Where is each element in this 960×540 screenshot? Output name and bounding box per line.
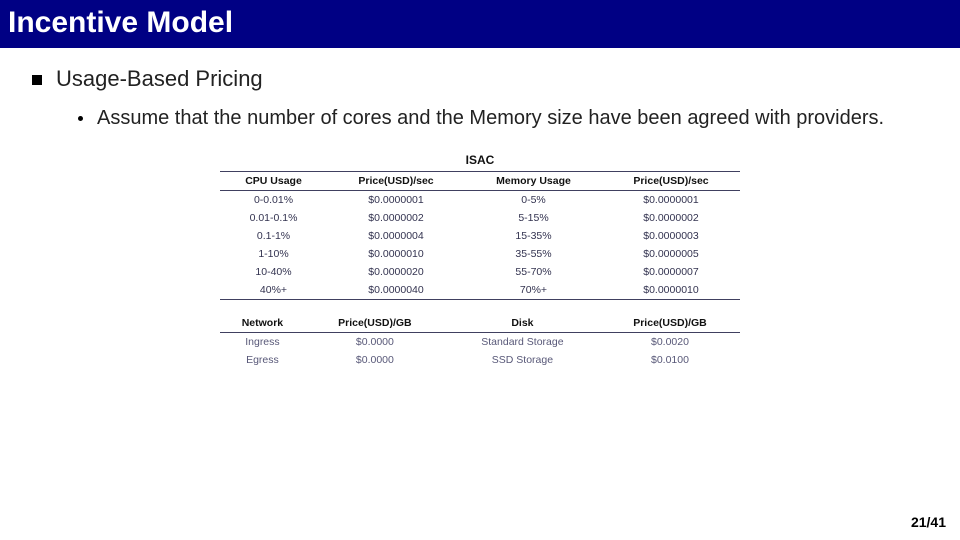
col-network: Network bbox=[220, 314, 305, 333]
cell-cpu-price: $0.0000020 bbox=[327, 263, 465, 281]
cell-mem-price: $0.0000007 bbox=[602, 263, 740, 281]
isac-header-row: CPU Usage Price(USD)/sec Memory Usage Pr… bbox=[220, 172, 740, 191]
slide-title: Incentive Model bbox=[8, 6, 952, 40]
isac-table: CPU Usage Price(USD)/sec Memory Usage Pr… bbox=[220, 171, 740, 300]
cell-disk-price: $0.0100 bbox=[600, 351, 740, 369]
cell-cpu: 0.1-1% bbox=[220, 227, 327, 245]
cell-cpu-price: $0.0000002 bbox=[327, 209, 465, 227]
cell-cpu: 40%+ bbox=[220, 281, 327, 300]
table-row: 40%+ $0.0000040 70%+ $0.0000010 bbox=[220, 281, 740, 300]
cell-net: Ingress bbox=[220, 333, 305, 352]
page-number: 21/41 bbox=[911, 514, 946, 530]
cell-disk: Standard Storage bbox=[445, 333, 600, 352]
section-heading: Usage-Based Pricing bbox=[56, 66, 263, 92]
cell-net-price: $0.0000 bbox=[305, 351, 445, 369]
col-mem-usage: Memory Usage bbox=[465, 172, 602, 191]
table-row: Ingress $0.0000 Standard Storage $0.0020 bbox=[220, 333, 740, 352]
cell-mem-price: $0.0000002 bbox=[602, 209, 740, 227]
slide: Incentive Model Usage-Based Pricing Assu… bbox=[0, 0, 960, 540]
table-row: Egress $0.0000 SSD Storage $0.0100 bbox=[220, 351, 740, 369]
col-disk-price: Price(USD)/GB bbox=[600, 314, 740, 333]
cell-cpu-price: $0.0000010 bbox=[327, 245, 465, 263]
cell-cpu: 10-40% bbox=[220, 263, 327, 281]
cell-net: Egress bbox=[220, 351, 305, 369]
cell-mem-price: $0.0000001 bbox=[602, 191, 740, 210]
cell-mem-price: $0.0000005 bbox=[602, 245, 740, 263]
cell-cpu: 0.01-0.1% bbox=[220, 209, 327, 227]
network-disk-table: Network Price(USD)/GB Disk Price(USD)/GB… bbox=[220, 314, 740, 369]
table-row: 10-40% $0.0000020 55-70% $0.0000007 bbox=[220, 263, 740, 281]
cell-cpu: 0-0.01% bbox=[220, 191, 327, 210]
cell-cpu-price: $0.0000040 bbox=[327, 281, 465, 300]
title-bar: Incentive Model bbox=[0, 0, 960, 48]
col-disk: Disk bbox=[445, 314, 600, 333]
table-row: 0.1-1% $0.0000004 15-35% $0.0000003 bbox=[220, 227, 740, 245]
col-mem-price: Price(USD)/sec bbox=[602, 172, 740, 191]
table-row: 1-10% $0.0000010 35-55% $0.0000005 bbox=[220, 245, 740, 263]
cell-disk: SSD Storage bbox=[445, 351, 600, 369]
cell-cpu-price: $0.0000004 bbox=[327, 227, 465, 245]
table-row: 0.01-0.1% $0.0000002 5-15% $0.0000002 bbox=[220, 209, 740, 227]
sub-bullet-text: Assume that the number of cores and the … bbox=[97, 106, 884, 131]
cell-cpu-price: $0.0000001 bbox=[327, 191, 465, 210]
cell-mem: 35-55% bbox=[465, 245, 602, 263]
cell-mem: 55-70% bbox=[465, 263, 602, 281]
cell-mem: 5-15% bbox=[465, 209, 602, 227]
sub-header-row: Network Price(USD)/GB Disk Price(USD)/GB bbox=[220, 314, 740, 333]
square-bullet-icon bbox=[32, 75, 42, 85]
bullet-level-1: Usage-Based Pricing bbox=[32, 66, 936, 92]
cell-mem: 70%+ bbox=[465, 281, 602, 300]
cell-mem-price: $0.0000003 bbox=[602, 227, 740, 245]
col-network-price: Price(USD)/GB bbox=[305, 314, 445, 333]
pricing-table-wrap: ISAC CPU Usage Price(USD)/sec Memory Usa… bbox=[220, 153, 740, 369]
bullet-level-2: Assume that the number of cores and the … bbox=[78, 106, 936, 131]
cell-disk-price: $0.0020 bbox=[600, 333, 740, 352]
table-title: ISAC bbox=[220, 153, 740, 167]
dot-bullet-icon bbox=[78, 116, 83, 121]
cell-cpu: 1-10% bbox=[220, 245, 327, 263]
content-area: Usage-Based Pricing Assume that the numb… bbox=[0, 48, 960, 369]
cell-mem-price: $0.0000010 bbox=[602, 281, 740, 300]
cell-net-price: $0.0000 bbox=[305, 333, 445, 352]
col-cpu-usage: CPU Usage bbox=[220, 172, 327, 191]
col-cpu-price: Price(USD)/sec bbox=[327, 172, 465, 191]
table-row: 0-0.01% $0.0000001 0-5% $0.0000001 bbox=[220, 191, 740, 210]
cell-mem: 0-5% bbox=[465, 191, 602, 210]
cell-mem: 15-35% bbox=[465, 227, 602, 245]
